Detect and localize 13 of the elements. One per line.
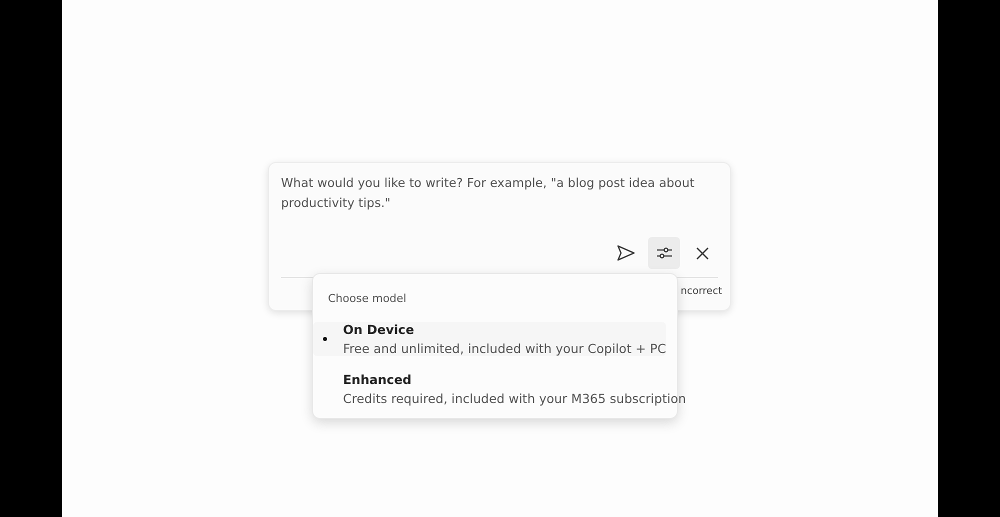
footer-link[interactable]: ncorrect [680, 286, 722, 297]
option-description: Credits required, included with your M365 subscription [343, 391, 686, 406]
option-label: On Device [343, 322, 416, 337]
option-description: Free and unlimited, included with your Copilot + PC [343, 341, 666, 356]
send-icon [617, 245, 635, 261]
option-label: Enhanced [343, 372, 413, 387]
sliders-icon [656, 247, 672, 259]
settings-button[interactable] [648, 237, 680, 269]
model-option[interactable]: On Device Free and unlimited, included with your Copilot + PC [313, 322, 666, 356]
selected-dot [323, 337, 327, 341]
close-icon [696, 246, 708, 260]
menu-title: Choose model [328, 292, 406, 305]
model-option[interactable]: Enhanced Credits required, included with your M365 subscription [313, 372, 686, 406]
